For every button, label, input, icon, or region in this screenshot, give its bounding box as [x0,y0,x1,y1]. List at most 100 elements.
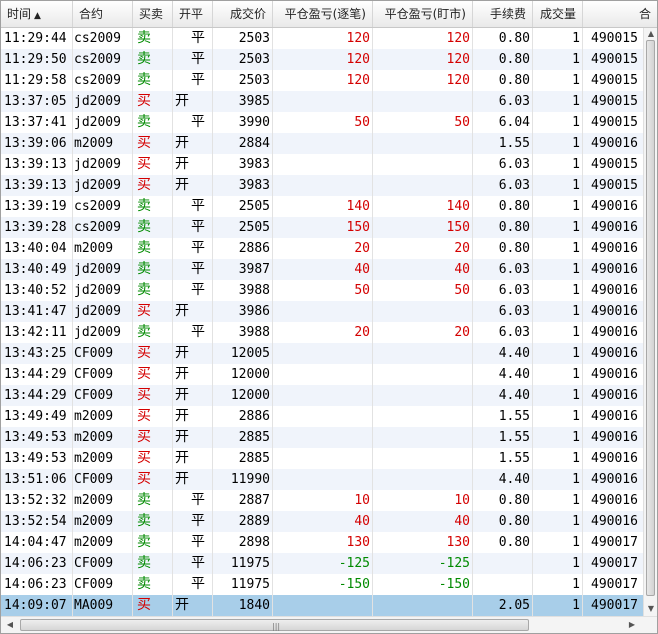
table-row[interactable]: 13:37:05 jd2009 买开 3985 6.03 1 490015 [1,91,643,112]
column-header-pl-mark[interactable]: 平仓盈亏(盯市) [373,1,473,27]
table-row[interactable]: 14:04:47 m2009 卖平 2898 130 130 0.80 1 490017 [1,532,643,553]
table-row[interactable]: 13:51:06 CF009 买开 11990 4.40 1 490016 [1,469,643,490]
column-header-volume[interactable]: 成交量 [533,1,583,27]
cell-pl-mark [373,133,473,154]
cell-last: 490015 [591,178,638,193]
column-header-open-close[interactable]: 开平 [173,1,213,27]
cell-fee: 6.03 [473,175,533,196]
cell-fee: 4.40 [473,385,533,406]
table-row[interactable]: 13:52:54 m2009 卖平 2889 40 40 0.80 1 490016 [1,511,643,532]
table-row[interactable]: 13:49:49 m2009 买开 2886 1.55 1 490016 [1,406,643,427]
cell-last: 490016 [591,451,638,466]
cell-pl-mark [373,91,473,112]
cell-side: 卖 [133,28,173,49]
cell-time: 13:39:13 [1,154,73,175]
table-row[interactable]: 13:37:41 jd2009 卖平 3990 50 50 6.04 1 490015 [1,112,643,133]
scroll-down-arrow-icon[interactable]: ▼ [646,604,656,614]
cell-open-close: 平 [173,70,213,91]
scroll-left-arrow-icon[interactable]: ◀ [5,620,15,630]
cell-side: 买 [133,91,173,112]
scroll-right-arrow-icon[interactable]: ▶ [627,620,637,630]
table-row[interactable]: 13:39:28 cs2009 卖平 2505 150 150 0.80 1 490016 [1,217,643,238]
sort-ascending-icon: ▲ [34,11,41,21]
cell-side: 卖 [133,259,173,280]
table-row[interactable]: 13:43:25 CF009 买开 12005 4.40 1 490016 [1,343,643,364]
table-row[interactable]: 13:44:29 CF009 买开 12000 4.40 1 490016 [1,364,643,385]
cell-last: 490016 [591,262,638,277]
cell-volume: 1 [533,511,583,532]
scroll-grip-icon: ||| [272,622,281,631]
horizontal-scroll-thumb[interactable]: ||| [20,619,529,631]
column-header-code[interactable]: 合约 [73,1,133,27]
cell-time: 13:40:52 [1,280,73,301]
column-header-price[interactable]: 成交价 [213,1,273,27]
cell-fee: 2.05 [473,595,533,616]
horizontal-scrollbar[interactable]: ◀ ||| ▶ [1,616,657,633]
cell-fee: 0.80 [473,49,533,70]
cell-last: 490016 [591,220,638,235]
vertical-scrollbar[interactable]: ▲ ▼ [643,28,657,616]
table-row[interactable]: 13:49:53 m2009 买开 2885 1.55 1 490016 [1,427,643,448]
table-row[interactable]: 13:39:19 cs2009 卖平 2505 140 140 0.80 1 490016 [1,196,643,217]
cell-price: 3987 [213,259,273,280]
cell-fee: 0.80 [473,196,533,217]
cell-open-close: 平 [173,28,213,49]
table-row[interactable]: 13:40:52 jd2009 卖平 3988 50 50 6.03 1 490016 [1,280,643,301]
cell-side: 卖 [133,532,173,553]
cell-price: 2887 [213,490,273,511]
cell-last: 490016 [591,409,638,424]
table-row[interactable]: 13:41:47 jd2009 买开 3986 6.03 1 490016 [1,301,643,322]
column-header-pl-trade[interactable]: 平仓盈亏(逐笔) [273,1,373,27]
vertical-scroll-thumb[interactable] [646,40,655,596]
cell-side: 买 [133,595,173,616]
cell-volume: 1 [533,49,583,70]
column-header-fee[interactable]: 手续费 [473,1,533,27]
column-header-side[interactable]: 买卖 [133,1,173,27]
cell-side: 卖 [133,217,173,238]
cell-price: 1840 [213,595,273,616]
cell-price: 3986 [213,301,273,322]
cell-volume: 1 [533,28,583,49]
column-header-last[interactable]: 合 [583,1,657,27]
cell-time: 14:06:23 [1,553,73,574]
table-row[interactable]: 13:39:13 jd2009 买开 3983 6.03 1 490015 [1,175,643,196]
table-row[interactable]: 11:29:44 cs2009 卖平 2503 120 120 0.80 1 490015 [1,28,643,49]
cell-time: 13:49:53 [1,448,73,469]
cell-volume: 1 [533,427,583,448]
table-row[interactable]: 14:06:23 CF009 卖平 11975 -150 -150 1 490017 [1,574,643,595]
cell-pl-mark: -125 [373,553,473,574]
table-row[interactable]: 13:44:29 CF009 买开 12000 4.40 1 490016 [1,385,643,406]
table-row[interactable]: 13:40:04 m2009 卖平 2886 20 20 0.80 1 490016 [1,238,643,259]
cell-code: CF009 [73,574,133,595]
cell-open-close: 开 [173,427,213,448]
cell-fee: 0.80 [473,238,533,259]
table-row[interactable]: 13:39:13 jd2009 买开 3983 6.03 1 490015 [1,154,643,175]
scroll-up-arrow-icon[interactable]: ▲ [646,29,656,39]
table-row[interactable]: 14:09:07 MA009 买开 1840 2.05 1 490017 [1,595,643,616]
cell-side: 卖 [133,490,173,511]
cell-open-close: 开 [173,343,213,364]
table-row[interactable]: 14:06:23 CF009 卖平 11975 -125 -125 1 490017 [1,553,643,574]
table-row[interactable]: 13:40:49 jd2009 卖平 3987 40 40 6.03 1 490016 [1,259,643,280]
cell-pl-mark: 20 [373,238,473,259]
table-row[interactable]: 13:42:11 jd2009 卖平 3988 20 20 6.03 1 490016 [1,322,643,343]
cell-open-close: 开 [173,154,213,175]
cell-code: jd2009 [73,322,133,343]
cell-time: 13:39:28 [1,217,73,238]
cell-volume: 1 [533,574,583,595]
cell-fee: 0.80 [473,532,533,553]
cell-open-close: 开 [173,595,213,616]
cell-pl-mark: 50 [373,112,473,133]
table-row[interactable]: 11:29:50 cs2009 卖平 2503 120 120 0.80 1 490015 [1,49,643,70]
cell-time: 11:29:50 [1,49,73,70]
cell-last: 490015 [591,157,638,172]
table-row[interactable]: 13:49:53 m2009 买开 2885 1.55 1 490016 [1,448,643,469]
cell-time: 14:04:47 [1,532,73,553]
cell-fee: 6.03 [473,301,533,322]
table-row[interactable]: 11:29:58 cs2009 卖平 2503 120 120 0.80 1 490015 [1,70,643,91]
column-header-time[interactable]: 时间 ▲ [1,1,73,27]
table-row[interactable]: 13:52:32 m2009 卖平 2887 10 10 0.80 1 490016 [1,490,643,511]
cell-pl-mark [373,595,473,616]
column-header-pl-trade-label: 平仓盈亏(逐笔) [284,7,366,21]
table-row[interactable]: 13:39:06 m2009 买开 2884 1.55 1 490016 [1,133,643,154]
